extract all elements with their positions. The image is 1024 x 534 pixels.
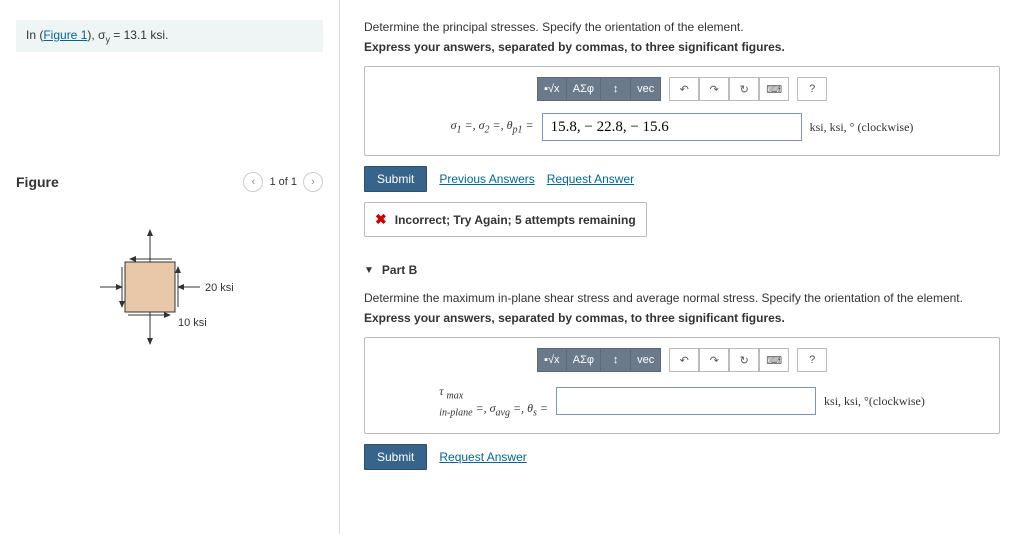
partA-feedback: ✖ Incorrect; Try Again; 5 attempts remai…	[364, 202, 647, 237]
vec-button[interactable]: vec	[631, 77, 661, 101]
partB-answer-block: ▪√x ΑΣφ ↕ vec ↶ ↷ ↻ ⌨ ? τ maxin-plane =,…	[364, 337, 1000, 434]
partA-answer-input[interactable]	[542, 113, 802, 141]
help-button[interactable]: ?	[797, 348, 827, 372]
given-info: In (Figure 1), σy = 13.1 ksi.	[16, 20, 323, 52]
partA-submit-button[interactable]: Submit	[364, 166, 427, 192]
partB-instruction: Express your answers, separated by comma…	[364, 311, 1000, 325]
keyboard-button[interactable]: ⌨	[759, 348, 789, 372]
help-button[interactable]: ?	[797, 77, 827, 101]
partA-instruction: Express your answers, separated by comma…	[364, 40, 1000, 54]
partB-header[interactable]: ▼ Part B	[364, 263, 1000, 277]
partB-prompt: Determine the maximum in-plane shear str…	[364, 291, 1000, 305]
vec-button[interactable]: vec	[631, 348, 661, 372]
redo-button[interactable]: ↷	[699, 77, 729, 101]
greek-button[interactable]: ΑΣφ	[567, 77, 601, 101]
reset-button[interactable]: ↻	[729, 348, 759, 372]
incorrect-icon: ✖	[375, 211, 387, 228]
undo-button[interactable]: ↶	[669, 348, 699, 372]
figure-diagram: 20 ksi 10 ksi	[16, 212, 323, 362]
svg-text:10 ksi: 10 ksi	[178, 317, 207, 329]
templates-button[interactable]: ▪√x	[537, 348, 567, 372]
keyboard-button[interactable]: ⌨	[759, 77, 789, 101]
redo-button[interactable]: ↷	[699, 348, 729, 372]
collapse-icon: ▼	[364, 265, 374, 276]
partA-prompt: Determine the principal stresses. Specif…	[364, 20, 1000, 34]
figure-title: Figure	[16, 174, 59, 190]
partB-answer-label: τ maxin-plane =, σavg =, θs =	[439, 384, 548, 419]
figure-link[interactable]: Figure 1	[43, 28, 87, 42]
reset-button[interactable]: ↻	[729, 77, 759, 101]
partA-request-answer-link[interactable]: Request Answer	[547, 172, 634, 186]
subscript-button[interactable]: ↕	[601, 348, 631, 372]
figure-pager-label: 1 of 1	[269, 176, 297, 188]
partB-submit-button[interactable]: Submit	[364, 444, 427, 470]
templates-button[interactable]: ▪√x	[537, 77, 567, 101]
partB-units: ksi, ksi, °(clockwise)	[824, 394, 925, 409]
svg-text:20 ksi: 20 ksi	[205, 282, 234, 294]
greek-button[interactable]: ΑΣφ	[567, 348, 601, 372]
figure-prev-button[interactable]: ‹	[243, 172, 263, 192]
partA-previous-answers-link[interactable]: Previous Answers	[439, 172, 534, 186]
undo-button[interactable]: ↶	[669, 77, 699, 101]
figure-next-button[interactable]: ›	[303, 172, 323, 192]
partA-units: ksi, ksi, ° (clockwise)	[810, 120, 914, 135]
subscript-button[interactable]: ↕	[601, 77, 631, 101]
partA-answer-label: σ1 =, σ2 =, θp1 =	[451, 118, 534, 135]
partA-answer-block: ▪√x ΑΣφ ↕ vec ↶ ↷ ↻ ⌨ ? σ1 =, σ2 =, θp1 …	[364, 66, 1000, 156]
partB-answer-input[interactable]	[556, 387, 816, 415]
partB-request-answer-link[interactable]: Request Answer	[439, 450, 526, 464]
